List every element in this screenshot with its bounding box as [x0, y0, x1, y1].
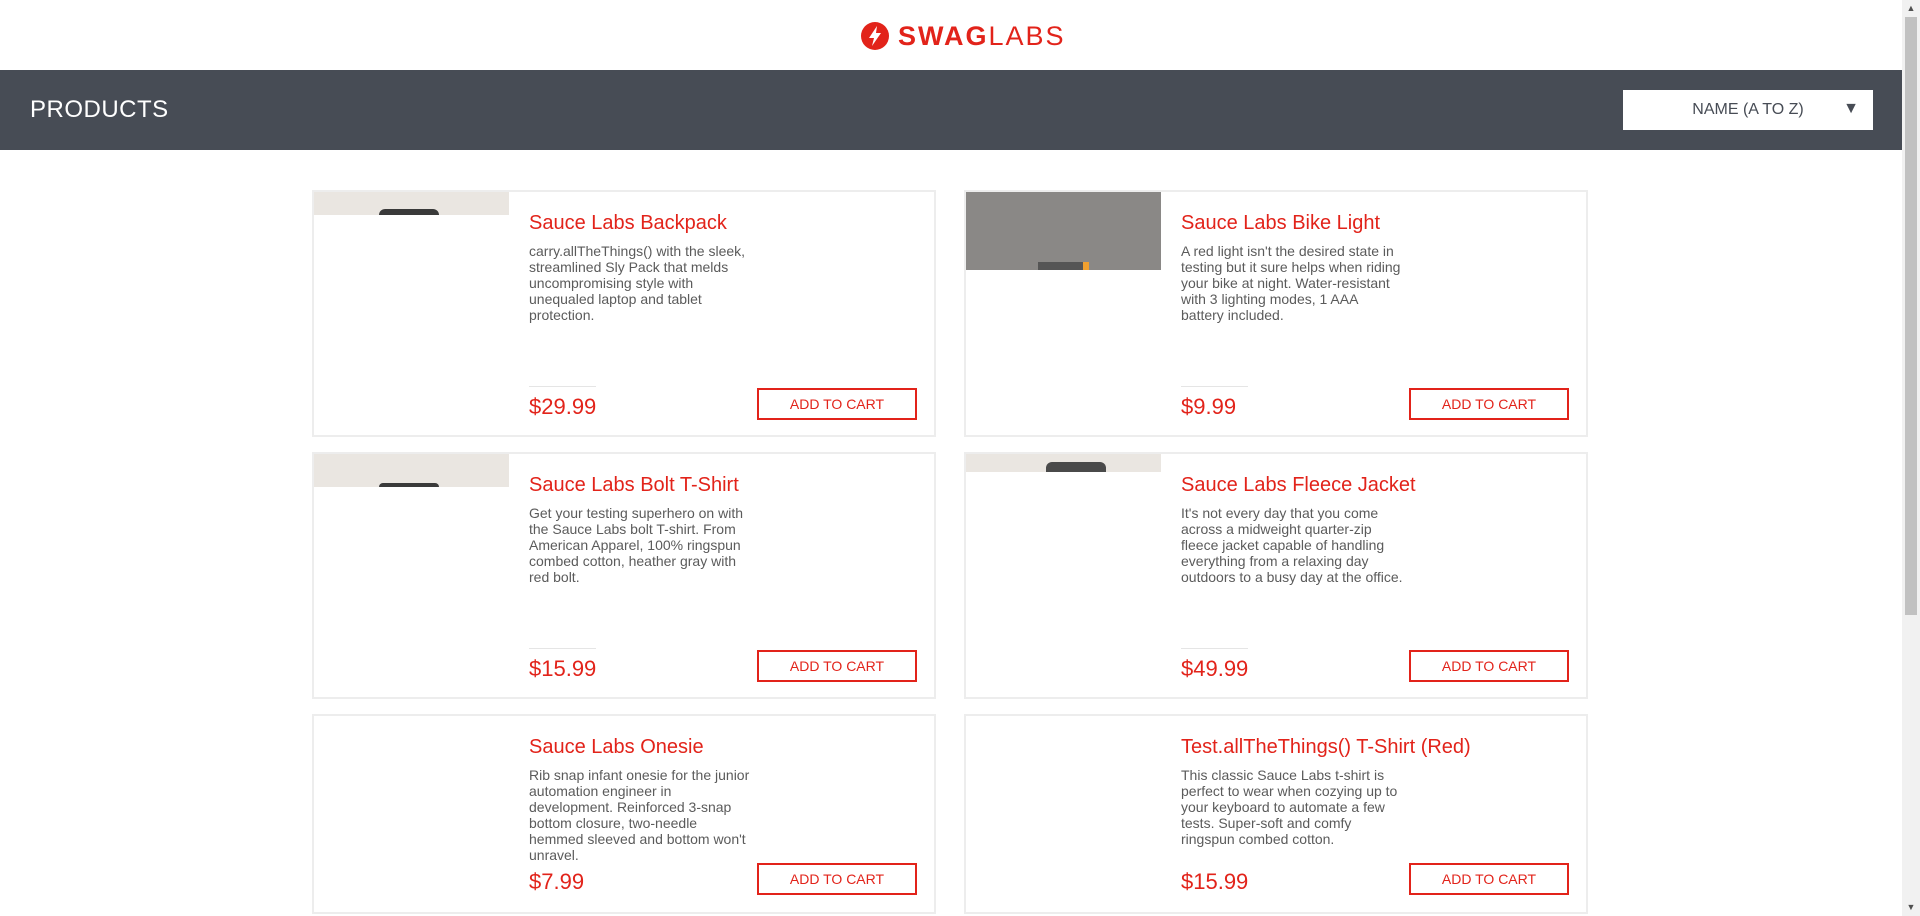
- light-indicator-icon: [1083, 262, 1089, 270]
- product-name[interactable]: Sauce Labs Bike Light: [1181, 212, 1380, 235]
- sort-selected-value: NAME (A TO Z): [1692, 101, 1804, 118]
- tshirt-image-icon: [379, 483, 439, 487]
- price-divider: [1181, 648, 1248, 649]
- swag-labs-logo: SWAGLABS: [860, 20, 1066, 52]
- product-price: $29.99: [529, 394, 597, 419]
- backpack-image-icon: [379, 209, 439, 215]
- product-name[interactable]: Sauce Labs Bolt T-Shirt: [529, 474, 739, 497]
- sauce-bolt-logo-icon: [861, 22, 889, 50]
- inventory-item: Sauce Labs Backpack carry.allTheThings()…: [312, 190, 936, 437]
- scrollbar-thumb[interactable]: [1905, 17, 1917, 615]
- product-price: $49.99: [1181, 656, 1249, 681]
- add-to-cart-button[interactable]: ADD TO CART: [757, 650, 917, 682]
- product-price: $15.99: [1181, 869, 1249, 894]
- product-description: Get your testing superhero on with the S…: [529, 505, 744, 585]
- product-name[interactable]: Sauce Labs Onesie: [529, 736, 704, 759]
- logo-text: SWAGLABS: [898, 21, 1066, 52]
- dropdown-arrow-icon: ▼: [1843, 100, 1859, 117]
- add-to-cart-button[interactable]: ADD TO CART: [1409, 388, 1569, 420]
- product-price: $9.99: [1181, 394, 1237, 419]
- product-description: A red light isn't the desired state in t…: [1181, 243, 1401, 323]
- product-image[interactable]: [966, 454, 1161, 472]
- inventory-item: Sauce Labs Onesie Rib snap infant onesie…: [312, 714, 936, 914]
- product-price: $7.99: [529, 869, 585, 894]
- jacket-image-icon: [1046, 462, 1106, 472]
- add-to-cart-button[interactable]: ADD TO CART: [1409, 650, 1569, 682]
- price-divider: [529, 648, 596, 649]
- inventory-item: Sauce Labs Bolt T-Shirt Get your testing…: [312, 452, 936, 699]
- inventory-item: Sauce Labs Bike Light A red light isn't …: [964, 190, 1588, 437]
- product-description: It's not every day that you come across …: [1181, 505, 1403, 585]
- logo-text-bold: SWAG: [898, 20, 989, 51]
- inventory-item: Sauce Labs Fleece Jacket It's not every …: [964, 452, 1588, 699]
- sort-dropdown[interactable]: NAME (A TO Z) ▼: [1623, 90, 1873, 130]
- product-description: Rib snap infant onesie for the junior au…: [529, 767, 750, 863]
- product-name[interactable]: Sauce Labs Backpack: [529, 212, 727, 235]
- product-name[interactable]: Test.allTheThings() T-Shirt (Red): [1181, 736, 1471, 759]
- page-title: PRODUCTS: [30, 96, 169, 123]
- product-name[interactable]: Sauce Labs Fleece Jacket: [1181, 474, 1416, 497]
- scroll-down-arrow-icon[interactable]: ▼: [1902, 899, 1920, 916]
- products-header: PRODUCTS NAME (A TO Z) ▼: [0, 70, 1902, 150]
- product-description: This classic Sauce Labs t-shirt is perfe…: [1181, 767, 1398, 847]
- add-to-cart-button[interactable]: ADD TO CART: [757, 388, 917, 420]
- bike-light-image-icon: [1038, 262, 1088, 270]
- product-image[interactable]: [314, 454, 509, 487]
- top-bar: SWAGLABS: [0, 0, 1902, 70]
- price-divider: [1181, 386, 1248, 387]
- inventory-item: Test.allTheThings() T-Shirt (Red) This c…: [964, 714, 1588, 914]
- add-to-cart-button[interactable]: ADD TO CART: [1409, 863, 1569, 895]
- vertical-scrollbar[interactable]: ▲ ▼: [1902, 0, 1920, 916]
- price-divider: [529, 386, 596, 387]
- add-to-cart-button[interactable]: ADD TO CART: [757, 863, 917, 895]
- product-image[interactable]: [966, 192, 1161, 270]
- scroll-up-arrow-icon[interactable]: ▲: [1902, 0, 1920, 17]
- product-price: $15.99: [529, 656, 597, 681]
- product-image[interactable]: [314, 192, 509, 215]
- logo-text-light: LABS: [988, 20, 1066, 51]
- product-description: carry.allTheThings() with the sleek, str…: [529, 243, 746, 323]
